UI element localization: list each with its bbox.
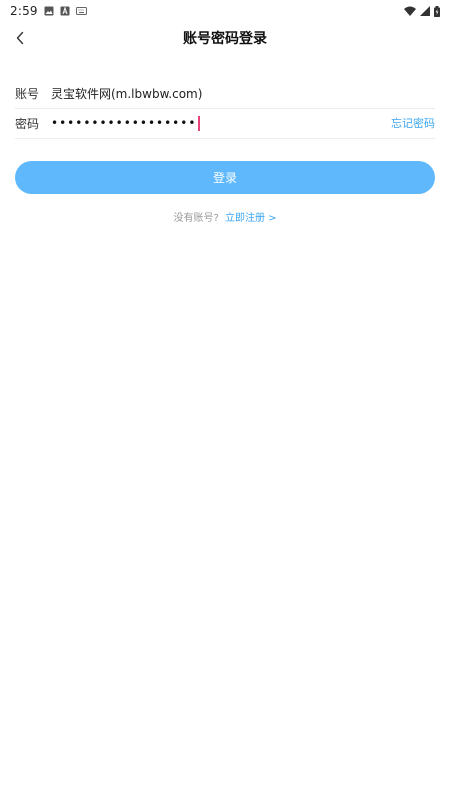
battery-icon — [434, 5, 440, 17]
forgot-password-link[interactable]: 忘记密码 — [391, 115, 435, 131]
register-prompt: 没有账号? — [173, 213, 219, 224]
app-header: 账号密码登录 — [0, 22, 450, 54]
account-label: 账号 — [15, 86, 40, 101]
login-screen: 2:59 账号密码登录 账号 灵宝软件网(m.lbwbw.com) 密码 •••… — [0, 0, 450, 800]
status-left: 2:59 — [10, 4, 87, 18]
image-icon — [44, 6, 54, 16]
password-label: 密码 — [15, 116, 40, 131]
register-line: 没有账号? 立即注册 > — [0, 209, 450, 224]
page-title: 账号密码登录 — [183, 31, 267, 47]
password-input[interactable]: •••••••••••••••••• — [51, 115, 391, 131]
wifi-icon — [404, 6, 416, 16]
status-right — [404, 5, 440, 17]
signal-icon — [420, 6, 430, 16]
password-masked-value: •••••••••••••••••• — [51, 116, 197, 130]
login-button[interactable]: 登录 — [15, 161, 435, 194]
text-a-icon — [60, 6, 70, 16]
status-bar: 2:59 — [0, 0, 450, 22]
register-link[interactable]: 立即注册 > — [225, 213, 277, 224]
status-time: 2:59 — [10, 4, 38, 18]
password-row: 密码 •••••••••••••••••• 忘记密码 — [15, 108, 435, 139]
account-input[interactable]: 灵宝软件网(m.lbwbw.com) — [51, 85, 435, 102]
keyboard-icon — [75, 7, 87, 15]
text-caret — [198, 115, 201, 131]
account-row: 账号 灵宝软件网(m.lbwbw.com) — [15, 78, 435, 109]
